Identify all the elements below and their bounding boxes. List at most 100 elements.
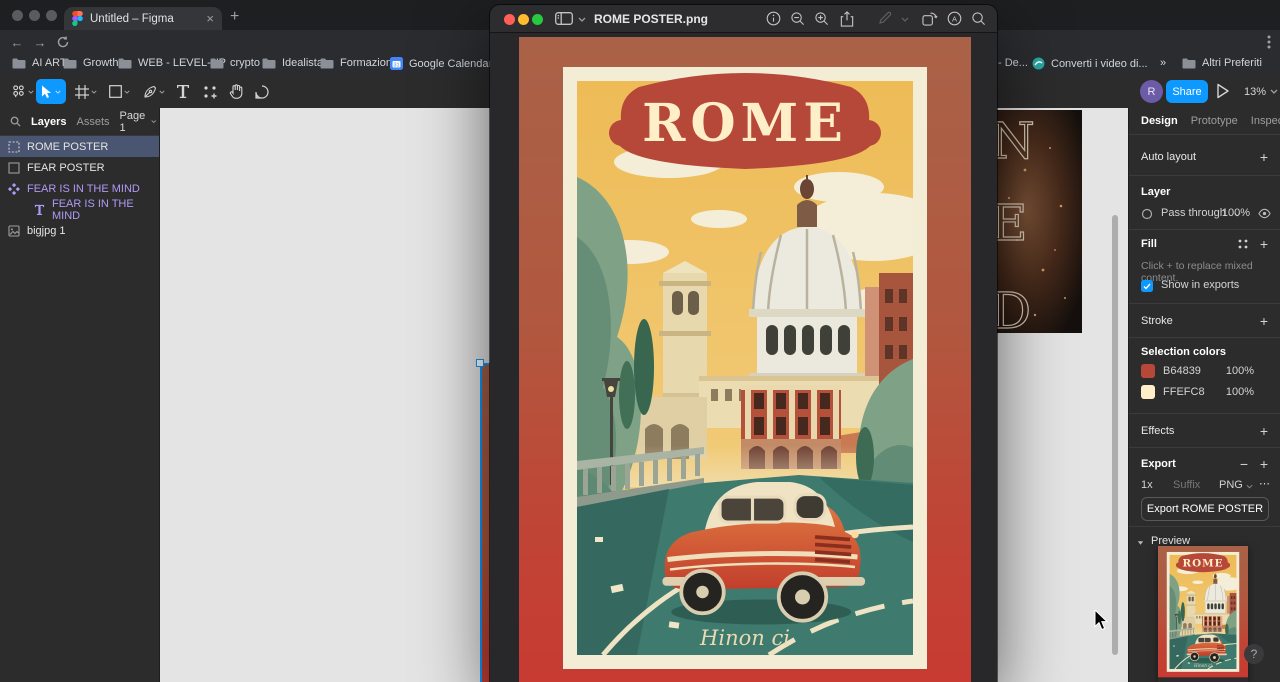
export-suffix-input[interactable]: Suffix	[1173, 479, 1200, 491]
show-in-exports-checkbox[interactable]	[1141, 280, 1153, 292]
browser-menu-icon[interactable]	[1260, 33, 1278, 51]
fear-poster-fragment[interactable]: N E D	[995, 110, 1082, 333]
back-button[interactable]: ←	[8, 33, 26, 51]
layer-opacity-value[interactable]: 100%	[1222, 207, 1250, 219]
export-rome-poster-button[interactable]: Export ROME POSTER	[1141, 497, 1269, 521]
layer-row-fear-poster[interactable]: FEAR POSTER	[0, 157, 159, 178]
text-icon	[34, 204, 45, 215]
chevron-down-icon[interactable]	[578, 17, 586, 22]
eye-icon[interactable]	[1258, 208, 1271, 219]
share-icon[interactable]	[840, 11, 854, 32]
user-avatar[interactable]: R	[1140, 80, 1163, 103]
add-effect-button[interactable]: +	[1260, 424, 1268, 438]
window-close-icon[interactable]	[12, 10, 23, 21]
canvas-scrollbar[interactable]	[1112, 215, 1118, 655]
help-button[interactable]: ?	[1244, 644, 1264, 664]
color-swatch[interactable]	[1141, 385, 1155, 399]
remove-export-button[interactable]: −	[1240, 457, 1248, 471]
quicklook-titlebar[interactable]: ROME POSTER.png A	[490, 5, 997, 33]
add-export-button[interactable]: +	[1260, 457, 1268, 471]
chevron-down-icon	[159, 90, 165, 94]
bookmark-label: AI ART	[32, 57, 67, 69]
search-icon[interactable]	[971, 11, 986, 31]
layer-section: Layer Pass through 100%	[1129, 176, 1280, 230]
bookmark-converti[interactable]: Converti i video di...	[1032, 57, 1148, 70]
add-fill-button[interactable]: +	[1260, 237, 1268, 251]
quicklook-window[interactable]: ROME POSTER.png A	[490, 5, 997, 682]
blend-mode-select[interactable]: Pass through	[1161, 207, 1226, 219]
preview-thumbnail[interactable]	[1158, 546, 1248, 682]
tab-assets[interactable]: Assets	[76, 116, 109, 128]
comment-tool[interactable]	[250, 79, 274, 104]
bookmark-item-cut[interactable]: - De...	[998, 57, 1028, 69]
frame-tool[interactable]	[70, 79, 102, 104]
tab-inspect[interactable]: Inspect	[1251, 115, 1280, 127]
bookmark-item[interactable]: Formazione	[320, 57, 398, 69]
tab-close-icon[interactable]: ×	[206, 12, 214, 25]
layer-row-bigjpg-1[interactable]: bigjpg 1	[0, 220, 159, 241]
bookmarks-overflow-chevron[interactable]: »	[1160, 57, 1166, 69]
disclosure-triangle-icon[interactable]	[1137, 540, 1144, 546]
bookmark-altri-preferiti[interactable]: Altri Preferiti	[1182, 57, 1262, 69]
forward-button[interactable]: →	[31, 33, 49, 51]
window-minimize-icon[interactable]	[29, 10, 40, 21]
layer-row-fear-is-in-the-mind[interactable]: FEAR IS IN THE MIND	[0, 178, 159, 199]
frame-dashed-icon	[8, 141, 20, 153]
color-opacity[interactable]: 100%	[1226, 365, 1254, 377]
search-icon[interactable]	[10, 116, 21, 127]
selection-handle[interactable]	[476, 359, 484, 367]
sidebar-toggle-icon[interactable]	[555, 12, 573, 30]
layer-row-rome-poster[interactable]: ROME POSTER	[0, 136, 159, 157]
export-format-select[interactable]: PNG	[1219, 479, 1243, 491]
zoom-in-icon[interactable]	[814, 11, 829, 31]
stroke-section: Stroke +	[1129, 304, 1280, 338]
bookmark-item[interactable]: Growth	[63, 57, 118, 69]
bookmark-item[interactable]: Idealista	[262, 57, 323, 69]
blend-mode-icon[interactable]	[1141, 208, 1153, 220]
rotate-icon[interactable]	[922, 11, 938, 31]
selection-color-row[interactable]: B64839 100%	[1141, 364, 1268, 378]
color-opacity[interactable]: 100%	[1226, 386, 1254, 398]
present-play-icon[interactable]	[1216, 83, 1230, 104]
add-stroke-button[interactable]: +	[1260, 314, 1268, 328]
page-selector[interactable]: Page 1	[120, 110, 157, 134]
bookmark-item[interactable]: AI ART	[12, 57, 67, 69]
chevron-down-icon	[124, 90, 130, 94]
color-hex[interactable]: B64839	[1163, 365, 1201, 377]
export-options-icon[interactable]: ⋯	[1259, 477, 1270, 490]
text-tool[interactable]	[172, 79, 194, 104]
resources-tool[interactable]	[198, 79, 222, 104]
new-tab-button[interactable]: +	[230, 9, 239, 25]
page-selector-label: Page 1	[120, 110, 147, 134]
highlight-icon[interactable]: A	[947, 11, 962, 31]
info-icon[interactable]	[766, 11, 781, 31]
main-menu-tool[interactable]	[6, 79, 39, 104]
zoom-level-control[interactable]: 13%	[1244, 80, 1278, 103]
layer-row-fear-is-in-the-mind[interactable]: FEAR IS IN THE MIND	[0, 199, 159, 220]
reload-button[interactable]	[54, 33, 72, 51]
tab-prototype[interactable]: Prototype	[1191, 115, 1238, 127]
bookmark-item[interactable]: crypto	[210, 57, 260, 69]
layer-name: ROME POSTER	[27, 141, 108, 153]
layer-section-label: Layer	[1141, 186, 1170, 198]
effects-section-label: Effects	[1141, 425, 1174, 437]
ql-minimize-icon[interactable]	[518, 14, 529, 25]
ql-close-icon[interactable]	[504, 14, 515, 25]
window-zoom-icon[interactable]	[46, 10, 57, 21]
shape-tool[interactable]	[104, 79, 135, 104]
move-tool[interactable]	[36, 79, 66, 104]
styles-icon[interactable]	[1238, 239, 1248, 249]
hand-tool[interactable]	[224, 79, 248, 104]
pen-tool[interactable]	[138, 79, 170, 104]
ql-zoom-icon[interactable]	[532, 14, 543, 25]
zoom-out-icon[interactable]	[790, 11, 805, 31]
tab-layers[interactable]: Layers	[31, 116, 66, 128]
color-swatch[interactable]	[1141, 364, 1155, 378]
share-button[interactable]: Share	[1166, 80, 1208, 103]
add-auto-layout-button[interactable]: +	[1260, 150, 1268, 164]
tab-design[interactable]: Design	[1141, 115, 1178, 127]
selection-color-row[interactable]: FFEFC8 100%	[1141, 385, 1268, 399]
browser-tab[interactable]: Untitled – Figma ×	[64, 7, 222, 30]
export-scale-select[interactable]: 1x	[1141, 479, 1153, 491]
color-hex[interactable]: FFEFC8	[1163, 386, 1205, 398]
